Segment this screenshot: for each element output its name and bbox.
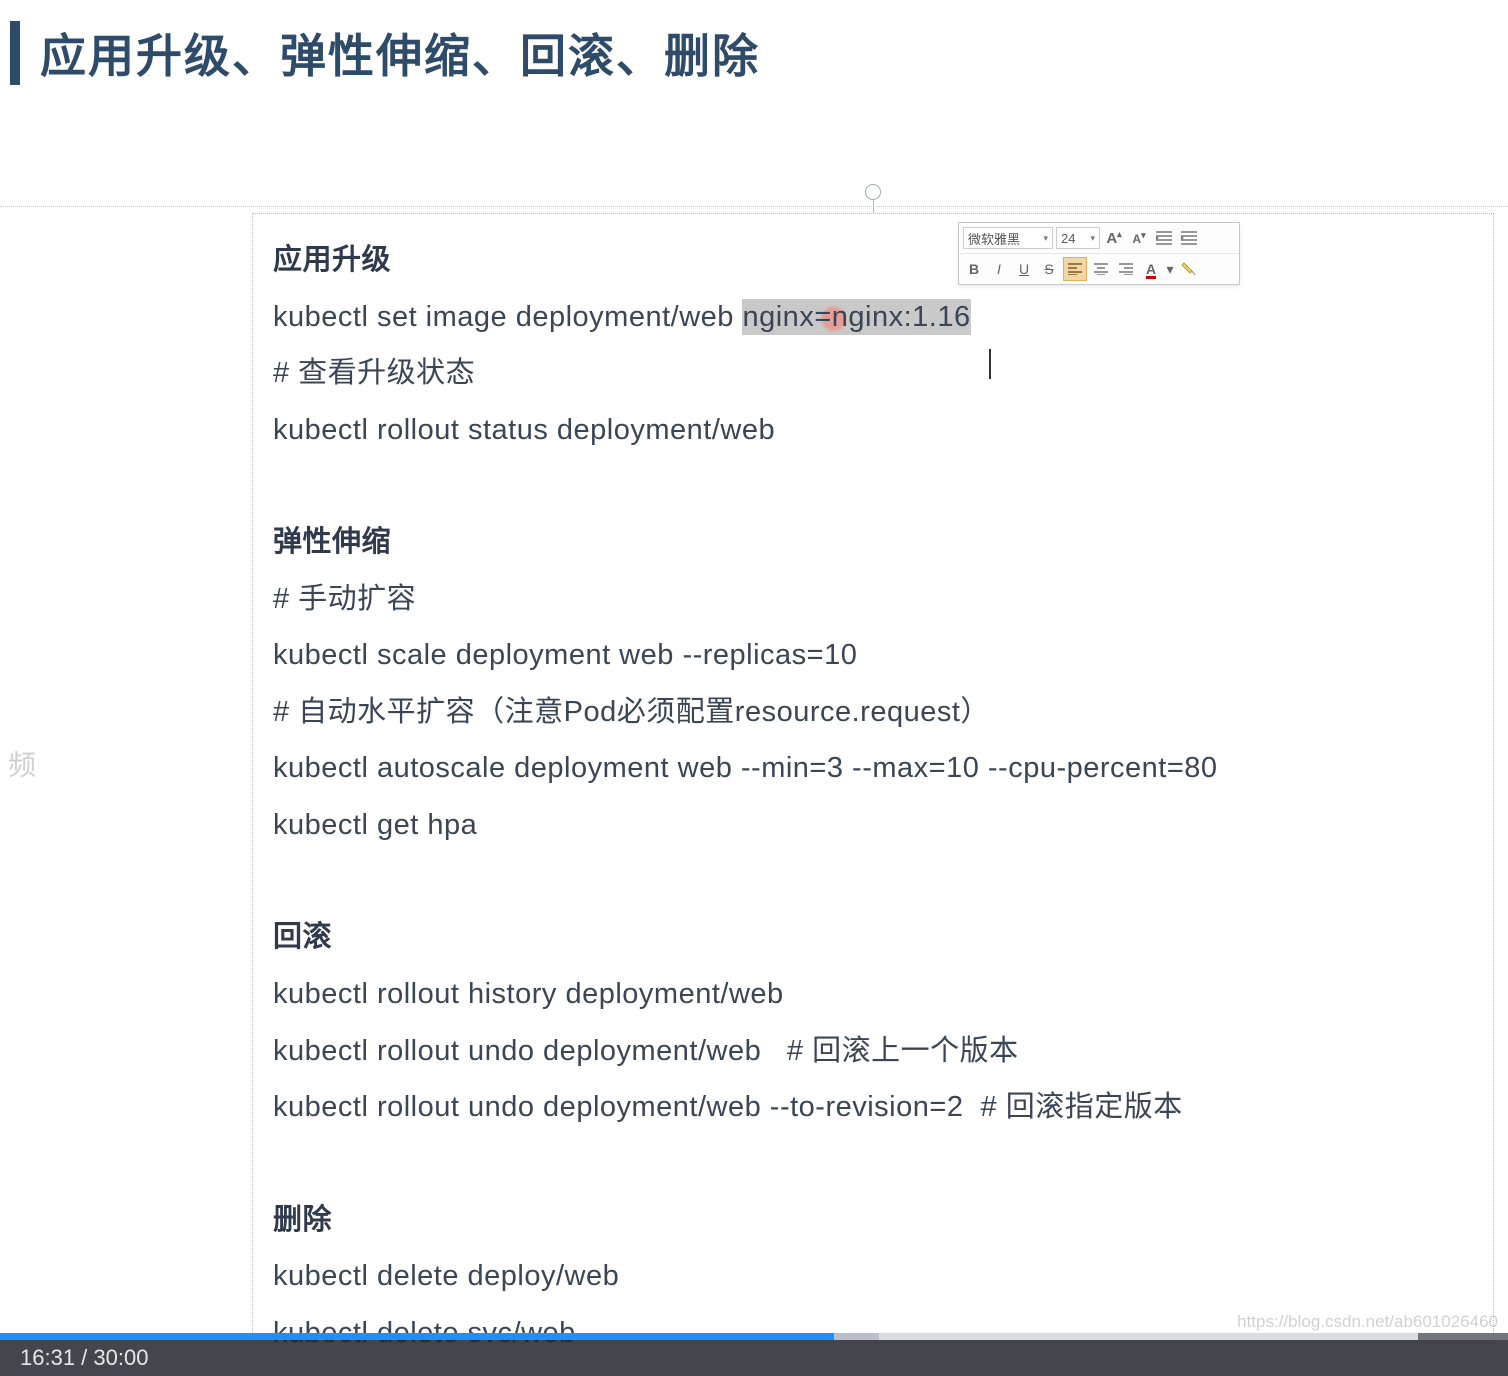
- font-color-button[interactable]: A: [1140, 258, 1162, 280]
- code-line[interactable]: # 查看升级状态: [273, 345, 1473, 402]
- progress-remaining-dark: [1418, 1333, 1508, 1340]
- bold-button[interactable]: B: [963, 258, 985, 280]
- slide-title-bar: 应用升级、弹性伸缩、回滚、删除: [10, 20, 760, 86]
- slide-title: 应用升级、弹性伸缩、回滚、删除: [40, 20, 760, 86]
- increase-indent-button[interactable]: [1178, 227, 1200, 249]
- code-line[interactable]: kubectl rollout history deployment/web: [273, 966, 1473, 1023]
- selected-text[interactable]: nginx=nginx:1.16: [742, 299, 970, 335]
- watermark-text: https://blog.csdn.net/ab601026460: [1237, 1312, 1498, 1332]
- align-center-button[interactable]: [1090, 258, 1112, 280]
- section-heading: 回滚: [273, 909, 1473, 966]
- code-line[interactable]: kubectl set image deployment/web nginx=n…: [273, 289, 1473, 346]
- code-line[interactable]: kubectl scale deployment web --replicas=…: [273, 627, 1473, 684]
- time-display: 16:31 / 30:00: [0, 1340, 1508, 1376]
- section-heading: 删除: [273, 1192, 1473, 1249]
- align-left-button[interactable]: [1063, 257, 1087, 281]
- font-size-select[interactable]: 24 ▾: [1056, 227, 1100, 249]
- toolbar-row-1: 微软雅黑 ▾ 24 ▾ A▴ A▾: [959, 223, 1239, 254]
- progress-loaded: [834, 1333, 879, 1340]
- code-line[interactable]: kubectl rollout undo deployment/web --to…: [273, 1079, 1473, 1136]
- font-name-value: 微软雅黑: [968, 229, 1020, 248]
- section-heading: 应用升级: [273, 232, 1473, 289]
- section-heading: 弹性伸缩: [273, 514, 1473, 571]
- current-time: 16:31: [20, 1345, 75, 1371]
- code-line[interactable]: kubectl delete deploy/web: [273, 1248, 1473, 1305]
- chevron-down-icon: ▾: [1043, 233, 1048, 244]
- shrink-font-button[interactable]: A▾: [1128, 227, 1150, 249]
- font-size-value: 24: [1061, 231, 1075, 246]
- underline-button[interactable]: U: [1013, 258, 1035, 280]
- font-name-select[interactable]: 微软雅黑 ▾: [963, 227, 1053, 249]
- toolbar-row-2: B I U S A ▾: [959, 254, 1239, 284]
- video-controls[interactable]: 16:31 / 30:00: [0, 1334, 1508, 1376]
- code-line[interactable]: kubectl rollout status deployment/web: [273, 402, 1473, 459]
- floating-format-toolbar[interactable]: 微软雅黑▾ 24▾ A▴ A▾ B I U S A ▾: [958, 222, 1240, 285]
- chevron-down-icon: ▾: [1090, 233, 1095, 244]
- code-line[interactable]: # 手动扩容: [273, 571, 1473, 628]
- total-time: 30:00: [93, 1345, 148, 1371]
- format-painter-button[interactable]: [1178, 258, 1200, 280]
- text-caret-icon: [989, 349, 991, 379]
- rotate-handle-icon[interactable]: [865, 184, 881, 200]
- progress-bar[interactable]: [0, 1333, 1508, 1340]
- code-line[interactable]: kubectl get hpa: [273, 797, 1473, 854]
- guide-line: [0, 206, 1508, 209]
- chevron-down-icon[interactable]: ▾: [1165, 258, 1175, 280]
- slide-text-box[interactable]: 应用升级 kubectl set image deployment/web ng…: [252, 213, 1494, 1343]
- code-line[interactable]: # 自动水平扩容（注意Pod必须配置resource.request）: [273, 684, 1473, 741]
- align-right-button[interactable]: [1115, 258, 1137, 280]
- progress-played: [0, 1333, 834, 1340]
- title-accent: [10, 21, 20, 85]
- decrease-indent-button[interactable]: [1153, 227, 1175, 249]
- cropped-sidebar-label: 频: [0, 750, 40, 778]
- strikethrough-button[interactable]: S: [1038, 258, 1060, 280]
- code-pre: kubectl set image deployment/web: [273, 301, 742, 333]
- code-line[interactable]: kubectl autoscale deployment web --min=3…: [273, 740, 1473, 797]
- code-line[interactable]: kubectl rollout undo deployment/web # 回滚…: [273, 1023, 1473, 1080]
- time-separator: /: [75, 1345, 93, 1371]
- grow-font-button[interactable]: A▴: [1103, 227, 1125, 249]
- italic-button[interactable]: I: [988, 258, 1010, 280]
